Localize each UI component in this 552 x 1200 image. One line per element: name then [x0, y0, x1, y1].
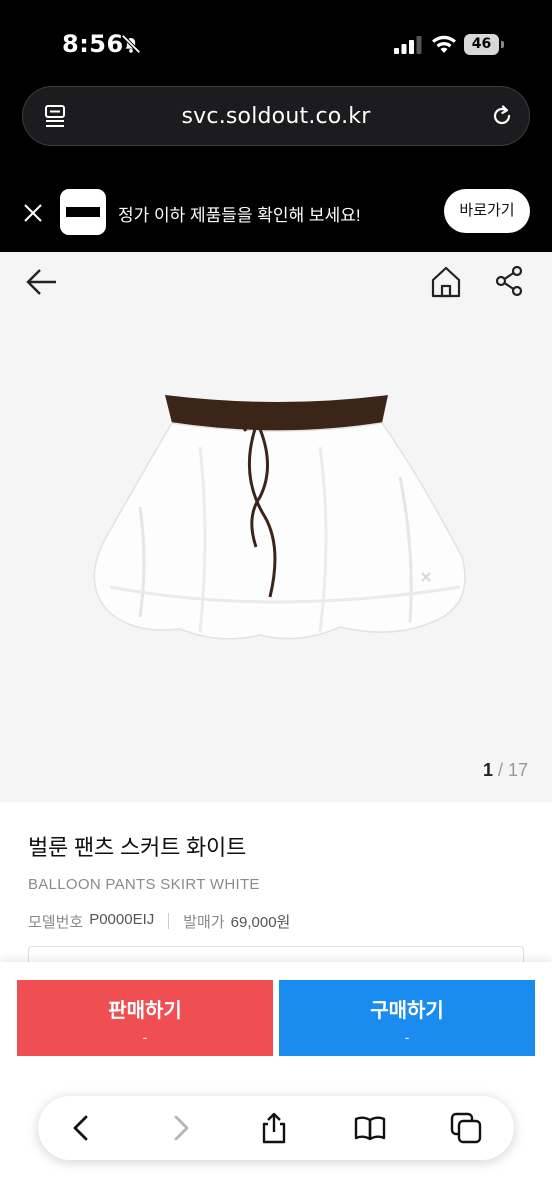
tabs-icon[interactable]: [450, 1112, 482, 1144]
sell-button-label: 판매하기: [108, 1000, 182, 1022]
browser-toolbar: [38, 1096, 514, 1160]
chevron-right-icon[interactable]: [164, 1112, 196, 1144]
buy-button-label: 구매하기: [370, 1000, 444, 1022]
bottom-action-bar: 판매하기 - 구매하기 -: [0, 962, 552, 1200]
promo-banner: 정가 이하 제품들을 확인해 보세요! 바로가기: [0, 172, 552, 252]
image-index: 1: [482, 760, 493, 780]
model-value: P0000EIJ: [89, 911, 155, 928]
product-meta: 모델번호 P0000EIJ 발매가 69,000원: [28, 911, 528, 932]
product-image[interactable]: [70, 387, 490, 657]
banner-go-button[interactable]: 바로가기: [444, 189, 530, 233]
product-info: 벌룬 팬츠 스커트 화이트 BALLOON PANTS SKIRT WHITE …: [28, 830, 528, 932]
browser-chrome: 8:56 46 svc.soldout.co.kr 정가 이하 제품들을 확인해…: [0, 0, 552, 252]
share-up-icon[interactable]: [258, 1112, 290, 1144]
back-arrow-icon[interactable]: [24, 266, 60, 298]
model-label: 모델번호: [28, 914, 84, 931]
chevron-left-icon[interactable]: [66, 1112, 98, 1144]
banner-text: 정가 이하 제품들을 확인해 보세요!: [118, 206, 361, 225]
book-icon[interactable]: [354, 1112, 386, 1144]
app-logo: [60, 189, 106, 235]
close-icon[interactable]: [22, 202, 44, 224]
signal-icon: [394, 36, 422, 54]
image-counter: 1 / 17: [483, 760, 528, 781]
image-total: / 17: [497, 760, 528, 780]
product-name-ko: 벌룬 팬츠 스커트 화이트: [28, 835, 247, 860]
battery-indicator: 46: [464, 34, 504, 55]
wifi-icon: [432, 35, 456, 53]
url-text[interactable]: svc.soldout.co.kr: [23, 104, 529, 129]
product-name-en: BALLOON PANTS SKIRT WHITE: [28, 876, 260, 893]
battery-level: 46: [464, 34, 499, 55]
release-price-label: 발매가: [183, 914, 225, 931]
reload-icon[interactable]: [489, 103, 515, 129]
share-icon[interactable]: [492, 264, 526, 298]
status-time: 8:56: [62, 30, 124, 58]
bell-slash-icon: [121, 34, 141, 54]
status-bar: 8:56 46: [0, 0, 552, 84]
release-price-value: 69,000원: [230, 914, 291, 931]
sell-button[interactable]: 판매하기 -: [17, 980, 273, 1056]
product-gallery: 1 / 17: [0, 252, 552, 802]
address-bar[interactable]: svc.soldout.co.kr: [22, 86, 530, 146]
sell-button-price: -: [142, 1029, 148, 1045]
buy-button-price: -: [404, 1029, 410, 1045]
home-icon[interactable]: [428, 264, 464, 300]
meta-divider: [168, 913, 170, 929]
buy-button[interactable]: 구매하기 -: [279, 980, 535, 1056]
